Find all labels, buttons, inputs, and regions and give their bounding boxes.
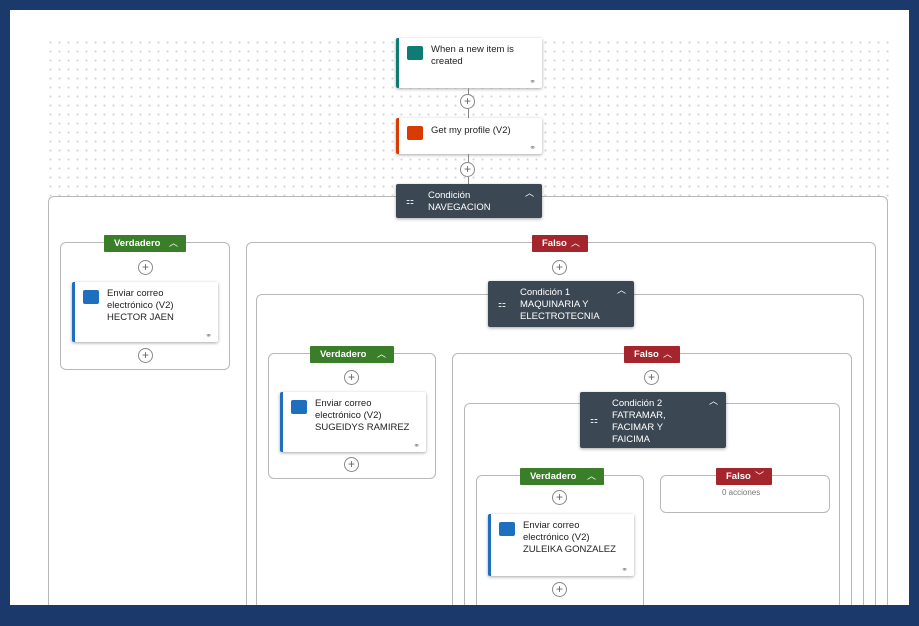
send-email-card-3[interactable]: Enviar correo electrónico (V2) ZULEIKA G…	[488, 514, 634, 576]
link-icon: ⚭	[529, 143, 536, 152]
connector	[468, 154, 469, 162]
link-icon: ⚭	[529, 77, 536, 86]
condition-icon: ⚏	[590, 415, 599, 425]
window-bottom-border	[0, 605, 919, 626]
chevron-down-icon: ﹀	[754, 471, 764, 481]
sharepoint-icon	[407, 46, 423, 60]
true-branch-1-label[interactable]: Verdadero ︿	[104, 235, 186, 252]
link-icon: ⚭	[413, 441, 420, 450]
chevron-up-icon[interactable]: ︿	[525, 187, 534, 199]
chevron-up-icon: ︿	[570, 238, 580, 248]
condition-2-value: FAICIMA	[612, 434, 651, 445]
trigger-card[interactable]: When a new item is created ⚭	[396, 38, 542, 88]
window-top-border	[0, 0, 919, 10]
send-email-title: Enviar correo	[523, 520, 580, 531]
get-profile-title: Get my profile (V2)	[431, 125, 511, 136]
flow-designer-canvas: When a new item is created ⚭ + Get my pr…	[10, 10, 909, 605]
condition-2-value: FATRAMAR,	[612, 410, 666, 421]
condition-1-label: Condición 1	[520, 287, 571, 298]
outlook-icon	[83, 290, 99, 304]
link-icon: ⚭	[205, 331, 212, 340]
false-branch-1-label[interactable]: Falso ︿	[532, 235, 588, 252]
trigger-title-line2: created	[431, 56, 463, 67]
get-profile-card[interactable]: Get my profile (V2) ⚭	[396, 118, 542, 154]
send-email-recipient: SUGEIDYS RAMIREZ	[315, 422, 410, 433]
link-icon: ⚭	[621, 565, 628, 574]
add-step-button[interactable]: +	[644, 370, 659, 385]
condition-1[interactable]: ⚏ Condición 1 MAQUINARIA Y ELECTROTECNIA…	[488, 281, 634, 327]
send-email-card-2[interactable]: Enviar correo electrónico (V2) SUGEIDYS …	[280, 392, 426, 452]
condition-icon: ⚏	[498, 299, 507, 309]
condition-2-label: Condición 2	[612, 398, 663, 409]
send-email-subtitle: electrónico (V2)	[315, 410, 382, 421]
chevron-up-icon[interactable]: ︿	[617, 284, 626, 296]
condition-main[interactable]: ⚏ Condición NAVEGACION ︿	[396, 184, 542, 218]
condition-1-value: ELECTROTECNIA	[520, 311, 600, 322]
add-step-button[interactable]: +	[344, 457, 359, 472]
condition-main-value: NAVEGACION	[428, 202, 491, 213]
trigger-title-line1: When a new item is	[431, 44, 514, 55]
chevron-up-icon: ︿	[662, 349, 672, 359]
outlook-icon	[291, 400, 307, 414]
send-email-card-1[interactable]: Enviar correo electrónico (V2) HECTOR JA…	[72, 282, 218, 342]
condition-2-value: FACIMAR Y	[612, 422, 664, 433]
empty-actions-text: 0 acciones	[722, 488, 761, 497]
outlook-icon	[499, 522, 515, 536]
add-step-button[interactable]: +	[552, 260, 567, 275]
add-step-button[interactable]: +	[460, 94, 475, 109]
chevron-up-icon: ︿	[168, 238, 178, 248]
add-step-button[interactable]: +	[552, 490, 567, 505]
add-step-button[interactable]: +	[552, 582, 567, 597]
send-email-subtitle: electrónico (V2)	[523, 532, 590, 543]
condition-icon: ⚏	[406, 196, 415, 206]
add-step-button[interactable]: +	[138, 348, 153, 363]
send-email-recipient: ZULEIKA GONZALEZ	[523, 544, 616, 555]
chevron-up-icon: ︿	[586, 471, 596, 481]
true-branch-3-label[interactable]: Verdadero ︿	[520, 468, 604, 485]
office-icon	[407, 126, 423, 140]
condition-main-label: Condición	[428, 190, 471, 201]
condition-1-value: MAQUINARIA Y	[520, 299, 589, 310]
send-email-recipient: HECTOR JAEN	[107, 312, 174, 323]
chevron-up-icon[interactable]: ︿	[709, 395, 718, 407]
add-step-button[interactable]: +	[460, 162, 475, 177]
false-branch-2-label[interactable]: Falso ︿	[624, 346, 680, 363]
true-branch-2-label[interactable]: Verdadero ︿	[310, 346, 394, 363]
send-email-subtitle: electrónico (V2)	[107, 300, 174, 311]
send-email-title: Enviar correo	[315, 398, 372, 409]
add-step-button[interactable]: +	[344, 370, 359, 385]
send-email-title: Enviar correo	[107, 288, 164, 299]
chevron-up-icon: ︿	[376, 349, 386, 359]
false-branch-3-label[interactable]: Falso ﹀	[716, 468, 772, 485]
condition-2[interactable]: ⚏ Condición 2 FATRAMAR, FACIMAR Y FAICIM…	[580, 392, 726, 448]
add-step-button[interactable]: +	[138, 260, 153, 275]
